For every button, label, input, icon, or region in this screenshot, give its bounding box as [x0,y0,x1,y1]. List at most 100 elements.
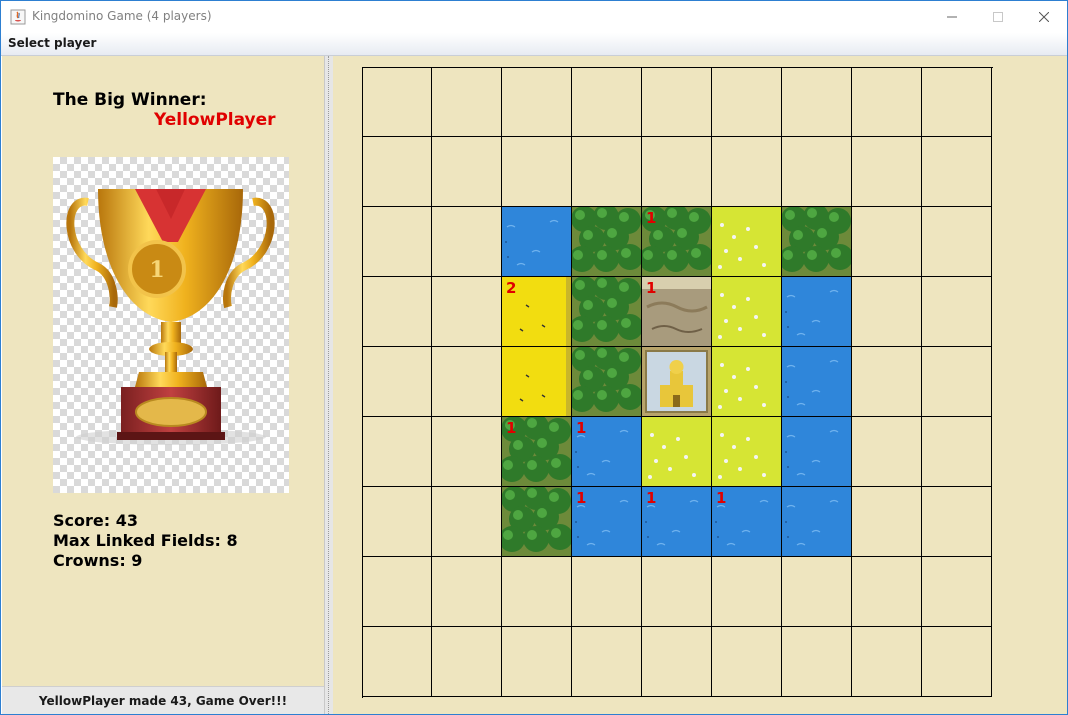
board-cell[interactable]: 1 [642,487,712,557]
board-cell[interactable] [922,277,992,347]
board-cell[interactable] [362,627,432,697]
board-cell[interactable] [712,627,782,697]
board-cell[interactable] [432,347,502,417]
menu-select-player[interactable]: Select player [8,36,96,50]
board-cell[interactable] [362,417,432,487]
board-cell[interactable] [432,277,502,347]
board-cell[interactable] [362,557,432,627]
board-cell[interactable] [502,67,572,137]
board-cell[interactable] [852,67,922,137]
board-cell[interactable] [642,557,712,627]
board-cell[interactable] [432,67,502,137]
trophy-image: 1 [53,157,289,493]
board-cell[interactable] [432,557,502,627]
close-button[interactable] [1021,1,1067,33]
board-cell[interactable] [362,207,432,277]
board-cell[interactable] [922,487,992,557]
board-cell[interactable] [572,207,642,277]
board-cell[interactable] [432,207,502,277]
winner-panel: The Big Winner: YellowPlayer 1 Score: 43… [2,56,324,686]
board-cell[interactable] [712,347,782,417]
board-cell[interactable] [712,417,782,487]
board-cell[interactable] [572,277,642,347]
board-cell[interactable] [502,137,572,207]
title-bar[interactable]: Kingdomino Game (4 players) [1,1,1067,33]
board-cell[interactable] [782,207,852,277]
board-cell[interactable] [852,417,922,487]
board-cell[interactable] [572,347,642,417]
board-cell[interactable]: 1 [572,487,642,557]
board-cell[interactable] [572,137,642,207]
board-cell[interactable] [642,627,712,697]
board-cell[interactable]: 1 [502,417,572,487]
board-cell[interactable] [852,277,922,347]
board-cell[interactable] [642,417,712,487]
board-cell[interactable]: 1 [712,487,782,557]
board-cell[interactable] [922,347,992,417]
board-cell[interactable] [782,67,852,137]
board-cell[interactable] [712,137,782,207]
board-cell[interactable] [782,137,852,207]
stats-block: Score: 43 Max Linked Fields: 8 Crowns: 9 [53,511,238,571]
board-cell[interactable] [432,417,502,487]
forest-tile [502,487,571,556]
board-cell[interactable] [782,277,852,347]
board-cell[interactable] [362,277,432,347]
water-tile [782,417,851,486]
board-cell[interactable] [362,67,432,137]
board-cell[interactable] [572,627,642,697]
board-cell[interactable] [782,417,852,487]
board-cell[interactable] [362,347,432,417]
board-cell[interactable] [432,627,502,697]
board-cell[interactable] [922,417,992,487]
board-cell[interactable] [362,137,432,207]
board-cell[interactable] [432,137,502,207]
board-cell[interactable] [502,627,572,697]
board-cell[interactable]: 1 [642,207,712,277]
board-cell[interactable] [502,557,572,627]
meadow-tile [712,417,781,486]
board-cell[interactable] [782,487,852,557]
board-cell[interactable] [922,137,992,207]
board-cell[interactable] [922,627,992,697]
board-cell[interactable] [712,277,782,347]
board-cell[interactable] [782,347,852,417]
board-cell[interactable] [782,627,852,697]
board-cell[interactable] [922,207,992,277]
board-cell[interactable] [642,137,712,207]
board-cell[interactable] [642,67,712,137]
board-cell[interactable] [712,557,782,627]
divider-grip[interactable] [328,56,330,714]
max-linked-fields-text: Max Linked Fields: 8 [53,531,238,550]
trophy-icon: 1 [66,189,275,445]
board-cell[interactable] [572,67,642,137]
forest-tile [782,207,851,276]
winner-heading: The Big Winner: [53,90,207,110]
board-cell[interactable] [852,557,922,627]
minimize-button[interactable] [929,1,975,33]
board-cell[interactable] [362,487,432,557]
board-cell[interactable] [852,137,922,207]
board-cell[interactable] [502,487,572,557]
board-cell[interactable] [782,557,852,627]
board-cell[interactable] [852,487,922,557]
board-cell[interactable]: 2 [502,277,572,347]
board-cell[interactable] [502,347,572,417]
board-cell[interactable] [852,207,922,277]
board-cell[interactable] [432,487,502,557]
board-cell[interactable]: 1 [642,277,712,347]
board-cell[interactable] [922,557,992,627]
board-cell[interactable] [502,207,572,277]
board-cell[interactable] [852,627,922,697]
maximize-button[interactable] [975,1,1021,33]
board-cell[interactable] [572,557,642,627]
water-tile [502,207,571,276]
board-cell[interactable] [712,207,782,277]
forest-tile [572,207,641,276]
status-bar: YellowPlayer made 43, Game Over!!! [2,686,324,714]
board-cell[interactable] [642,347,712,417]
board-cell[interactable]: 1 [572,417,642,487]
board-cell[interactable] [852,347,922,417]
board-cell[interactable] [712,67,782,137]
board-cell[interactable] [922,67,992,137]
